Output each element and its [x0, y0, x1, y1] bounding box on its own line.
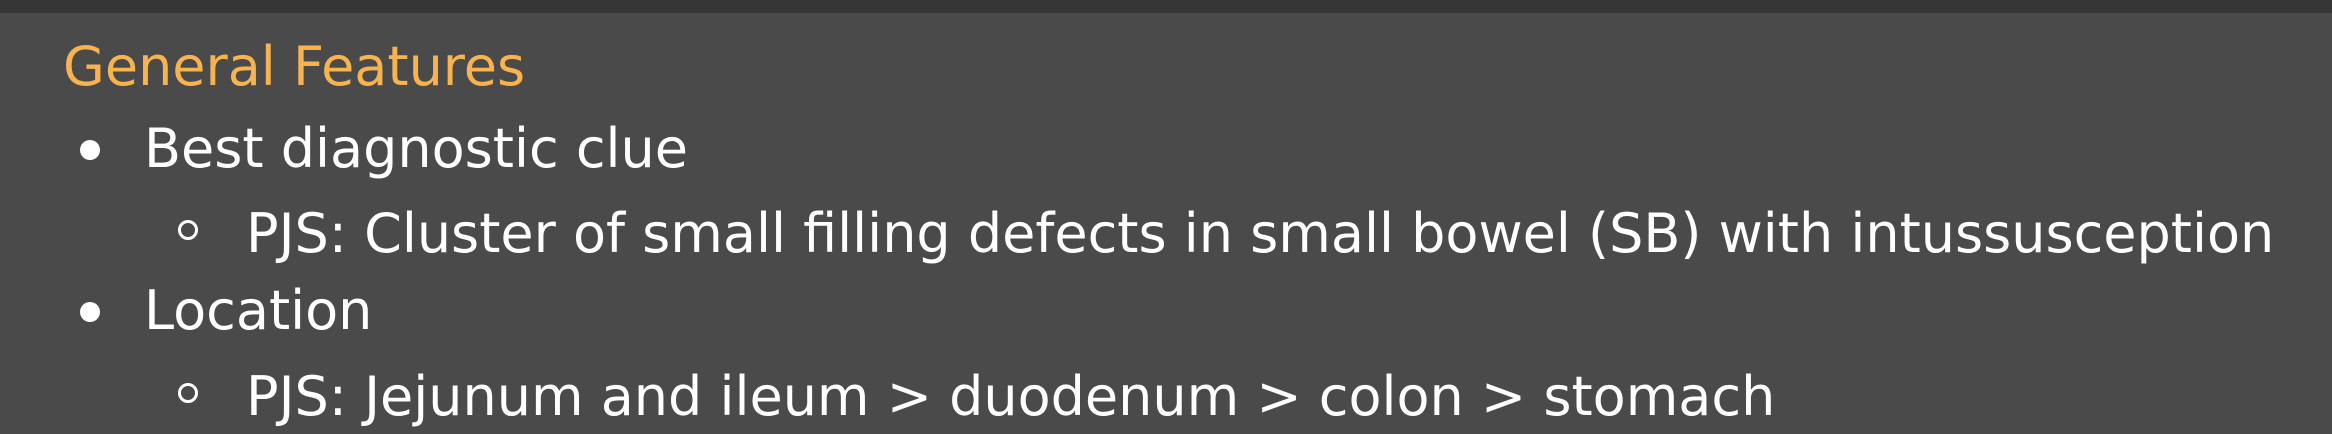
section-title: General Features: [63, 35, 526, 98]
bullet-circle-icon: [178, 220, 198, 240]
bullet-circle-icon: [178, 383, 198, 403]
list-item-label: Location: [144, 279, 373, 342]
list-item-label: Best diagnostic clue: [144, 117, 688, 180]
sub-list-item-text: PJS: Cluster of small filling defects in…: [246, 202, 2275, 265]
slide-content: General Features Best diagnostic clue PJ…: [0, 13, 2332, 434]
sub-list-item-text: PJS: Jejunum and ileum > duodenum > colo…: [246, 365, 1776, 428]
bullet-disc-icon: [80, 140, 100, 160]
top-bar: [0, 0, 2332, 13]
bullet-disc-icon: [80, 302, 100, 322]
